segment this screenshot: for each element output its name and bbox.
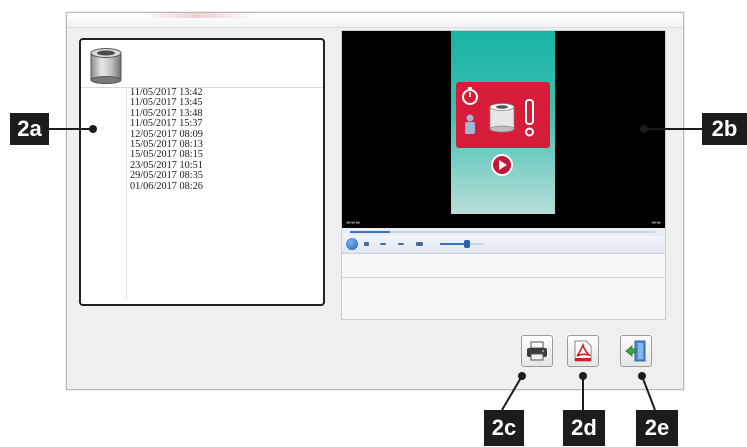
- seek-progress: [350, 231, 390, 233]
- list-item[interactable]: 01/06/2017 08:26: [130, 181, 203, 192]
- next-icon[interactable]: [398, 243, 404, 245]
- previous-icon[interactable]: [380, 243, 386, 245]
- callout-2c: 2c: [484, 410, 524, 446]
- panel-divider: [342, 277, 665, 278]
- video-status-left: ▬▬▬: [346, 220, 361, 226]
- warning-illustration-icon: [462, 87, 534, 137]
- volume-level: [440, 243, 467, 245]
- pdf-icon: [574, 340, 592, 362]
- callout-2b: 2b: [702, 113, 747, 145]
- speaker-icon[interactable]: [416, 242, 423, 246]
- filter-cylinder-icon: [90, 48, 122, 84]
- video-frame: [451, 31, 555, 214]
- seek-bar[interactable]: [342, 228, 665, 236]
- printer-icon: [527, 341, 547, 361]
- video-play-overlay-icon[interactable]: [491, 154, 513, 176]
- warning-card: [456, 82, 550, 148]
- callout-2a-dot: [89, 125, 97, 133]
- record-list-header: [81, 40, 323, 88]
- player-controls: [342, 236, 665, 254]
- exit-door-icon: [625, 340, 646, 362]
- seek-track[interactable]: [350, 231, 655, 233]
- window-top-bar: [67, 13, 683, 28]
- video-status-right: ▬▬: [651, 220, 661, 226]
- list-column-separator: [126, 88, 127, 300]
- video-player[interactable]: ▬▬▬ ▬▬: [342, 31, 665, 228]
- video-panel: ▬▬▬ ▬▬: [341, 30, 666, 320]
- callout-2a: 2a: [10, 113, 49, 145]
- export-pdf-button[interactable]: [567, 335, 599, 367]
- top-bar-highlight: [143, 13, 253, 18]
- app-window: 11/05/2017 13:42 11/05/2017 13:45 11/05/…: [66, 12, 684, 390]
- callout-2b-leader: [644, 128, 702, 130]
- print-button[interactable]: [521, 335, 553, 367]
- record-list: 11/05/2017 13:42 11/05/2017 13:45 11/05/…: [130, 87, 203, 192]
- callout-2d: 2d: [563, 410, 605, 446]
- play-button[interactable]: [346, 238, 358, 250]
- record-list-panel[interactable]: 11/05/2017 13:42 11/05/2017 13:45 11/05/…: [79, 38, 325, 306]
- volume-track[interactable]: [468, 243, 484, 245]
- stop-icon[interactable]: [364, 242, 369, 246]
- volume-slider-handle[interactable]: [464, 240, 470, 248]
- callout-2a-leader: [49, 128, 93, 130]
- callout-2b-dot: [640, 125, 648, 133]
- exit-button[interactable]: [620, 335, 652, 367]
- callout-2e: 2e: [636, 410, 678, 446]
